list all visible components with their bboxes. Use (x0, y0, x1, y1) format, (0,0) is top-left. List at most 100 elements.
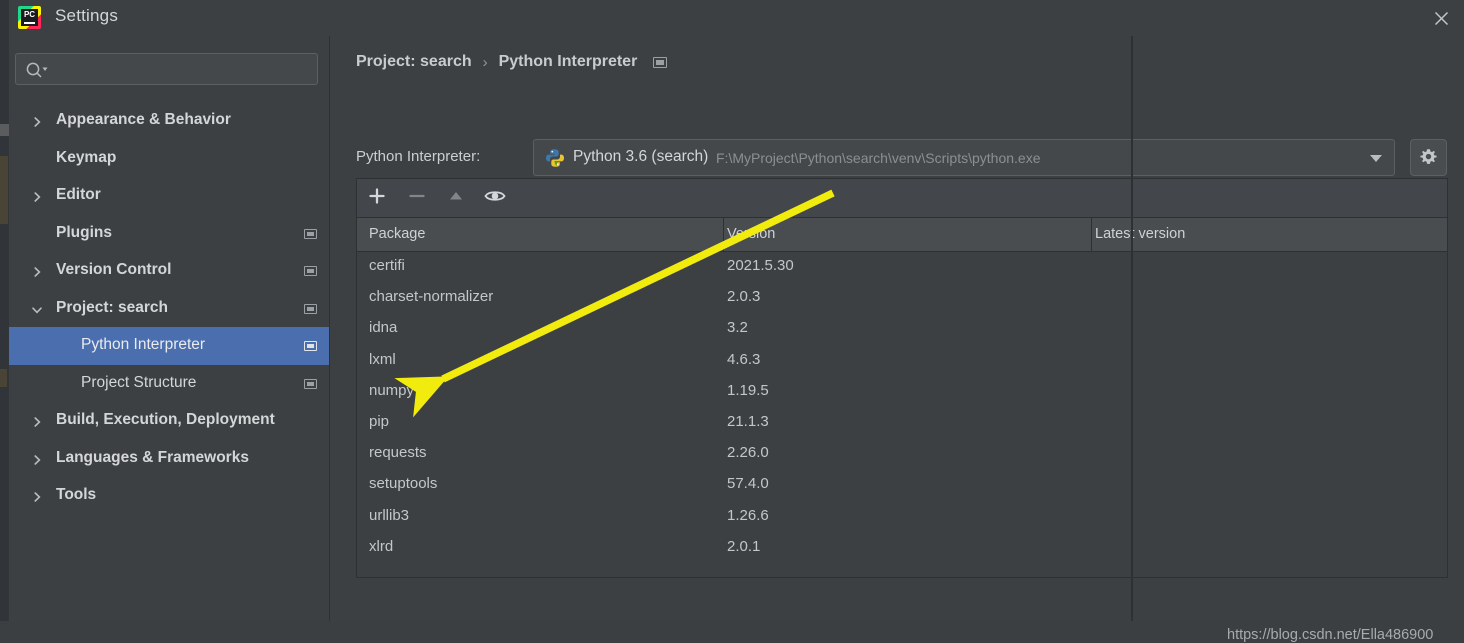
sidebar-item-keymap[interactable]: Keymap (9, 140, 329, 178)
package-name: charset-normalizer (369, 288, 494, 306)
package-version: 2.0.3 (727, 288, 761, 306)
show-early-releases-button[interactable] (484, 186, 512, 210)
sidebar-item-label: Project: search (56, 298, 168, 316)
search-box[interactable] (15, 53, 318, 86)
up-arrow-icon (446, 192, 466, 210)
package-version: 3.2 (727, 319, 748, 337)
background-artifact (0, 156, 8, 224)
table-row[interactable]: lxml 4.6.3 (357, 346, 1447, 377)
pycharm-logo-text: PC (23, 10, 36, 19)
sidebar-item-editor[interactable]: Editor (9, 177, 329, 215)
minus-icon (407, 193, 427, 210)
chevron-down-icon[interactable] (31, 303, 43, 315)
interpreter-label: Python Interpreter: (356, 148, 481, 165)
panel-right-border (1131, 36, 1133, 621)
table-row[interactable]: charset-normalizer 2.0.3 (357, 283, 1447, 314)
sidebar-item-python-interpreter[interactable]: Python Interpreter (9, 327, 329, 365)
sidebar-item-plugins[interactable]: Plugins (9, 215, 329, 253)
table-row[interactable]: pip 21.1.3 (357, 408, 1447, 439)
sidebar-item-project-structure[interactable]: Project Structure (9, 365, 329, 403)
sidebar-item-version-control[interactable]: Version Control (9, 252, 329, 290)
chevron-right-icon[interactable] (31, 415, 43, 427)
packages-table-body: certifi 2021.5.30 charset-normalizer 2.0.3 i… (357, 252, 1447, 564)
package-version: 1.19.5 (727, 381, 769, 399)
table-row[interactable]: idna 3.2 (357, 314, 1447, 345)
pycharm-logo-icon: PC (18, 6, 41, 29)
background-window-strip (0, 0, 9, 621)
chevron-right-icon[interactable] (31, 190, 43, 202)
sidebar-item-tools[interactable]: Tools (9, 477, 329, 515)
remove-package-button[interactable] (407, 186, 435, 210)
packages-panel: Package Version Latest version certifi 2021… (356, 178, 1448, 578)
add-package-button[interactable] (367, 186, 395, 210)
sidebar-item-label: Version Control (56, 261, 172, 278)
breadcrumb-parent[interactable]: Project: search (356, 53, 472, 71)
sidebar-item-label: Editor (56, 186, 101, 203)
chevron-right-icon[interactable] (31, 115, 43, 127)
settings-dialog: PC Settings Appearance & Behavior Keymap E… (0, 0, 1464, 643)
package-name: lxml (369, 350, 396, 368)
sidebar-item-label: Appearance & Behavior (56, 111, 231, 128)
package-version: 57.4.0 (727, 475, 769, 493)
sidebar-item-label: Keymap (56, 148, 117, 166)
package-version: 2021.5.30 (727, 257, 794, 274)
close-icon[interactable] (1426, 4, 1456, 32)
package-name: setuptools (369, 475, 438, 493)
settings-sidebar: Appearance & Behavior Keymap Editor Plugins… (9, 36, 330, 621)
window-title: Settings (55, 6, 119, 25)
search-icon (25, 61, 49, 79)
background-artifact (0, 369, 7, 387)
window-badge-icon[interactable] (304, 266, 317, 276)
table-row[interactable]: xlrd 2.0.1 (357, 533, 1447, 564)
package-name: pip (369, 412, 390, 430)
sidebar-item-label: Project Structure (81, 373, 197, 391)
window-badge-icon[interactable] (653, 56, 668, 68)
package-version: 4.6.3 (727, 350, 761, 368)
eye-icon (484, 191, 506, 210)
window-badge-icon[interactable] (304, 378, 317, 389)
column-divider[interactable] (1091, 218, 1092, 251)
sidebar-item-label: Tools (56, 486, 97, 503)
gear-icon[interactable] (1410, 139, 1447, 176)
column-header-package[interactable]: Package (369, 226, 425, 242)
package-version: 1.26.6 (727, 506, 769, 524)
sidebar-item-project-search[interactable]: Project: search (9, 290, 329, 328)
sidebar-item-build-execution-deployment[interactable]: Build, Execution, Deployment (9, 402, 329, 440)
breadcrumb-current: Python Interpreter (498, 53, 638, 70)
column-header-version[interactable]: Version (727, 226, 775, 242)
plus-icon (367, 188, 387, 210)
watermark-text: https://blog.csdn.net/Ella486900 (1227, 627, 1434, 643)
table-row[interactable]: numpy 1.19.5 (357, 377, 1447, 408)
package-version: 2.0.1 (727, 537, 761, 555)
column-divider[interactable] (723, 218, 724, 251)
chevron-right-icon[interactable] (31, 453, 43, 465)
background-artifact (0, 124, 9, 136)
sidebar-item-languages-frameworks[interactable]: Languages & Frameworks (9, 440, 329, 478)
package-version: 21.1.3 (727, 412, 769, 430)
window-badge-icon[interactable] (304, 303, 317, 314)
window-badge-icon[interactable] (304, 341, 317, 351)
upgrade-package-button[interactable] (446, 186, 474, 210)
chevron-right-icon[interactable] (31, 265, 43, 277)
packages-toolbar (357, 179, 1447, 218)
window-badge-icon[interactable] (304, 228, 317, 239)
search-input[interactable] (52, 54, 314, 86)
package-name: idna (369, 319, 398, 337)
table-row[interactable]: certifi 2021.5.30 (357, 252, 1447, 283)
chevron-down-icon (1370, 155, 1382, 162)
column-header-latest-version[interactable]: Latest version (1095, 226, 1185, 242)
table-row[interactable]: requests 2.26.0 (357, 439, 1447, 470)
title-bar: PC Settings (9, 0, 1464, 36)
chevron-right-icon[interactable] (31, 490, 43, 502)
table-row[interactable]: urllib3 1.26.6 (357, 502, 1447, 533)
sidebar-item-label: Plugins (56, 223, 112, 241)
settings-main-panel: Project: search › Python Interpreter Pyt… (330, 36, 1464, 643)
sidebar-item-appearance-behavior[interactable]: Appearance & Behavior (9, 102, 329, 140)
pycharm-logo-bar (24, 22, 35, 24)
python-venv-icon (545, 148, 565, 168)
breadcrumb-separator: › (482, 53, 488, 71)
table-row[interactable]: setuptools 57.4.0 (357, 470, 1447, 501)
package-name: certifi (369, 257, 405, 274)
interpreter-select[interactable]: Python 3.6 (search) F:\MyProject\Python\… (533, 139, 1395, 176)
interpreter-dropdown-button[interactable] (1359, 140, 1394, 175)
